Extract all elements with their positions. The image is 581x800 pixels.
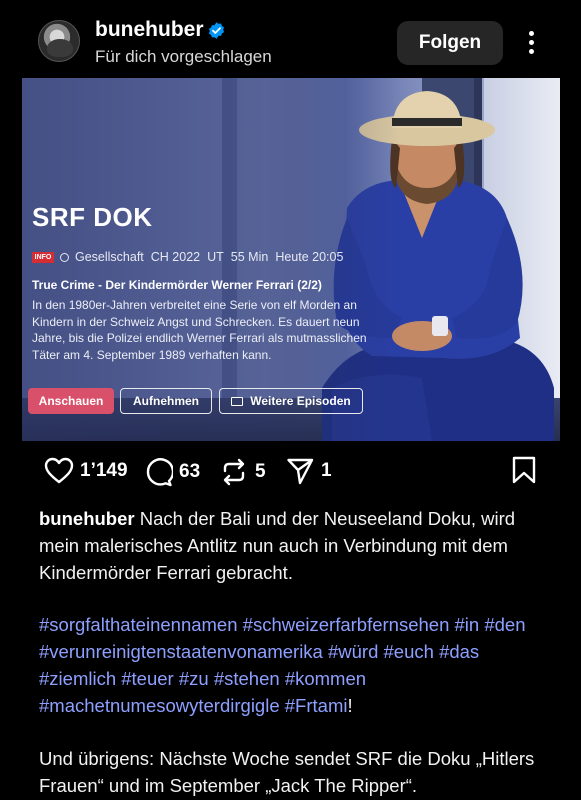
tv-description: In den 1980er-Jahren verbreitet eine Ser…	[32, 298, 367, 362]
post-header: bunehuber Für dich vorgeschlagen Folgen	[0, 0, 581, 78]
tv-episodes-label: Weitere Episoden	[250, 394, 351, 408]
tv-subtitle-flag: UT	[207, 250, 224, 264]
hashtag[interactable]: #euch	[384, 641, 434, 662]
tv-episodes-button: Weitere Episoden	[219, 388, 363, 414]
tv-watch-button: Anschauen	[28, 388, 114, 414]
post-caption: bunehuber Nach der Bali und der Neuseela…	[39, 505, 549, 586]
username[interactable]: bunehuber	[95, 18, 204, 42]
folder-icon	[231, 396, 244, 406]
action-bar: 1’149 63 5 1	[0, 452, 581, 492]
avatar[interactable]	[38, 20, 80, 62]
tv-episode-title: True Crime - Der Kindermörder Werner Fer…	[32, 278, 322, 292]
hashtag[interactable]: #Frtami	[285, 695, 348, 716]
verified-icon	[208, 22, 225, 39]
hashtag[interactable]: #stehen	[214, 668, 280, 689]
hashtag[interactable]: #das	[439, 641, 479, 662]
like-button[interactable]: 1’149	[44, 457, 128, 485]
share-count: 1	[321, 460, 332, 481]
hashtag[interactable]: #den	[484, 614, 525, 635]
hashtag[interactable]: #schweizerfarbfernsehen	[243, 614, 450, 635]
repost-count: 5	[255, 461, 266, 482]
caption-paragraph-2: Und übrigens: Nächste Woche sendet SRF d…	[39, 748, 535, 796]
hashtag[interactable]: #verunreinigtenstaatenvonamerika	[39, 641, 323, 662]
post-image[interactable]: SRF DOK INFO Gesellschaft CH 2022 UT 55 …	[22, 78, 560, 441]
tv-duration: 55 Min	[230, 250, 269, 264]
tv-channel-title: SRF DOK	[32, 202, 153, 232]
hashtag[interactable]: #würd	[328, 641, 378, 662]
tv-genre: Gesellschaft	[75, 250, 144, 264]
channel-logo: INFO	[32, 251, 54, 263]
share-button[interactable]: 1	[286, 457, 332, 485]
share-icon	[287, 458, 314, 485]
comment-count: 63	[179, 461, 201, 482]
hashtag[interactable]: #kommen	[285, 668, 366, 689]
comment-button[interactable]: 63	[143, 457, 200, 487]
tv-airtime: Heute 20:05	[275, 250, 344, 264]
more-icon[interactable]	[521, 28, 541, 58]
repost-button[interactable]: 5	[220, 457, 266, 487]
tv-country-year: CH 2022	[150, 250, 201, 264]
hashtag[interactable]: #ziemlich	[39, 668, 116, 689]
comment-icon	[146, 458, 173, 487]
suggested-label: Für dich vorgeschlagen	[95, 47, 272, 66]
bookmark-icon[interactable]	[512, 456, 536, 484]
hashtag[interactable]: #zu	[179, 668, 209, 689]
repost-icon	[223, 458, 245, 486]
hashtag[interactable]: #machetnumesowyterdirgigle	[39, 695, 280, 716]
heart-icon	[44, 457, 74, 484]
hashtag[interactable]: #teuer	[121, 668, 173, 689]
hashtag-block: #sorgfalthateinennamen #schweizerfarbfer…	[39, 611, 549, 719]
like-count: 1’149	[80, 460, 128, 481]
hashtag-end: !	[347, 695, 353, 716]
genre-icon	[60, 252, 69, 262]
follow-button[interactable]: Folgen	[397, 21, 503, 65]
hashtag[interactable]: #in	[455, 614, 480, 635]
caption-username[interactable]: bunehuber	[39, 508, 135, 529]
tv-record-button: Aufnehmen	[120, 388, 212, 414]
tv-meta-row: INFO Gesellschaft CH 2022 UT 55 Min Heut…	[32, 250, 350, 264]
hashtag[interactable]: #sorgfalthateinennamen	[39, 614, 238, 635]
